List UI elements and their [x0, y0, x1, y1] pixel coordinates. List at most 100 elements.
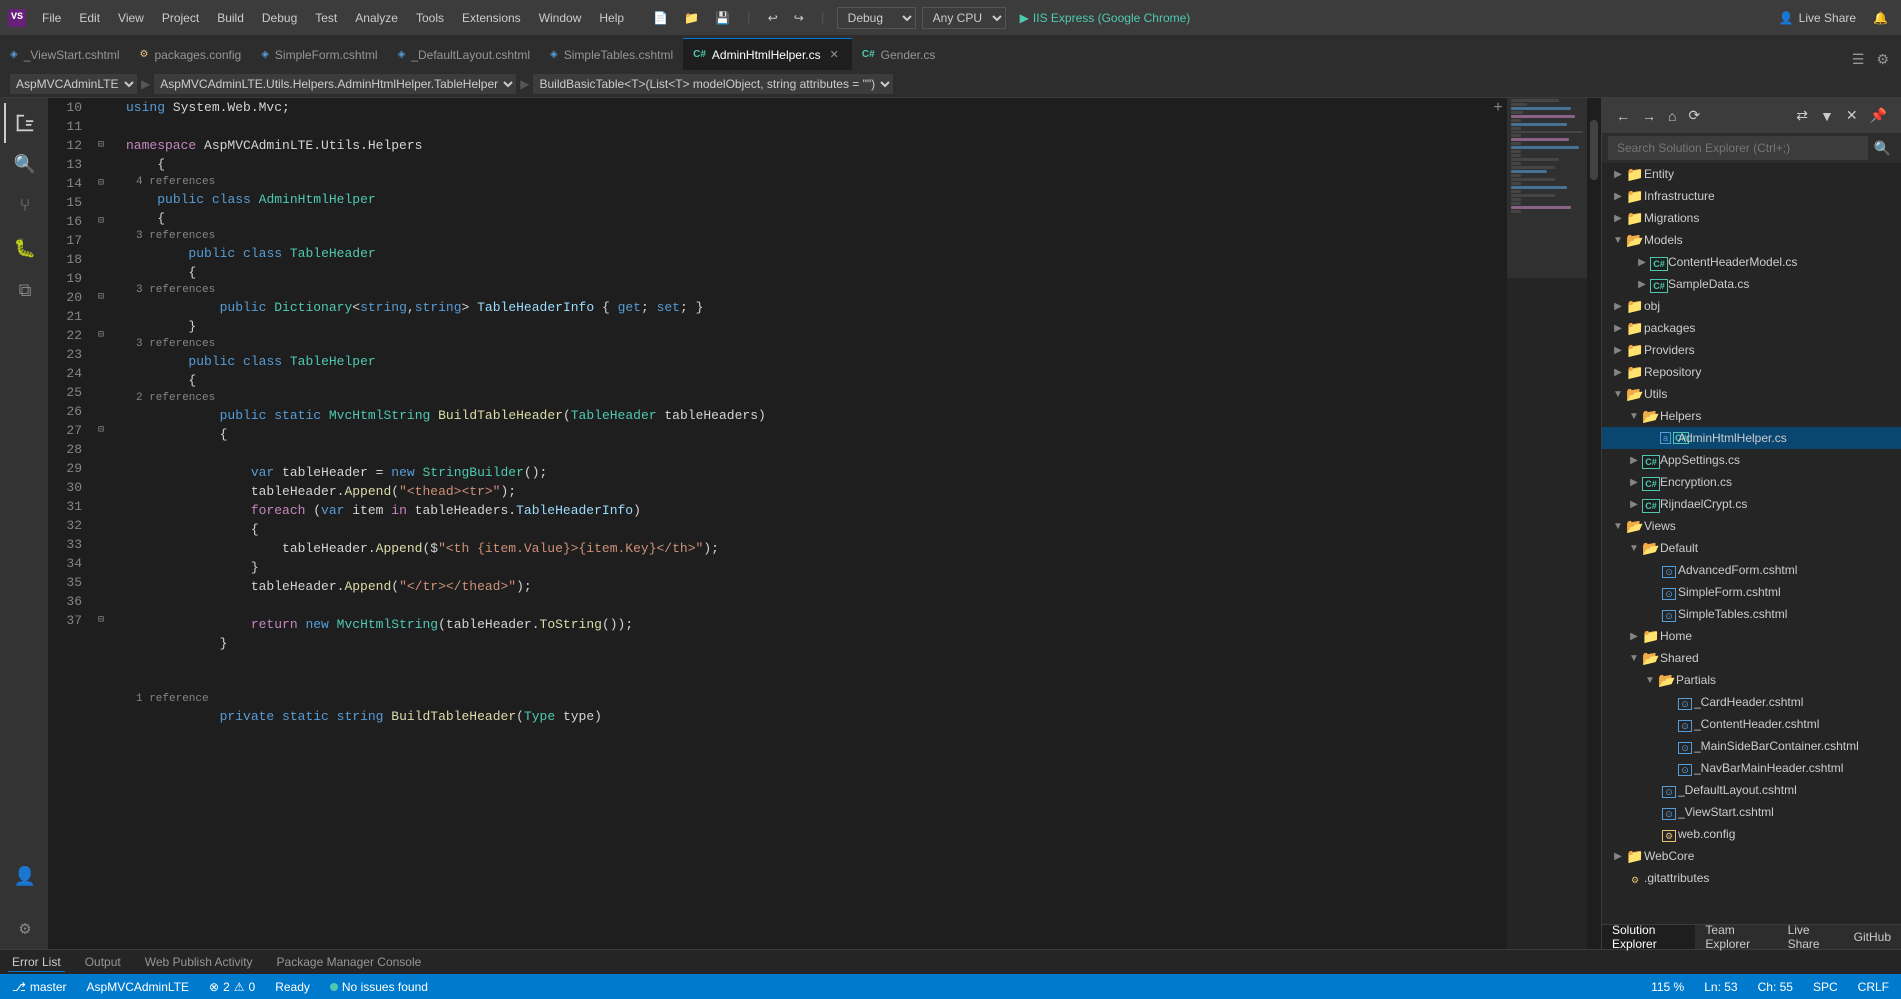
tree-item-obj[interactable]: ▶ 📁 obj: [1602, 295, 1901, 317]
minimize-btn[interactable]: 🔔: [1868, 8, 1893, 28]
namespace-dropdown[interactable]: AspMVCAdminLTE: [10, 74, 137, 94]
activity-search[interactable]: 🔍: [4, 145, 44, 185]
se-btn-sync[interactable]: ⇄: [1792, 105, 1812, 126]
code-area[interactable]: using System.Web.Mvc; namespace AspMVCAd…: [116, 98, 1507, 949]
menu-help[interactable]: Help: [591, 7, 632, 29]
live-share[interactable]: 👤 Live Share: [1779, 11, 1856, 25]
tab-simpletables[interactable]: ◈ SimpleTables.cshtml: [540, 38, 683, 70]
tree-expand-sampledata[interactable]: ▶: [1634, 279, 1650, 290]
se-btn-forward[interactable]: →: [1638, 105, 1660, 126]
method-dropdown[interactable]: BuildBasicTable<T>(List<T> modelObject, …: [533, 74, 893, 94]
tree-expand-models[interactable]: ▼: [1610, 235, 1626, 246]
tree-expand-infrastructure[interactable]: ▶: [1610, 191, 1626, 202]
menu-build[interactable]: Build: [209, 7, 252, 29]
tree-item-utils[interactable]: ▼ 📂 Utils: [1602, 383, 1901, 405]
tree-item-helpers[interactable]: ▼ 📂 Helpers: [1602, 405, 1901, 427]
run-button[interactable]: ▶ IIS Express (Google Chrome): [1012, 9, 1199, 27]
menu-file[interactable]: File: [34, 7, 69, 29]
se-tab-github[interactable]: GitHub: [1844, 925, 1901, 949]
tree-expand-rijndaelcrypt[interactable]: ▶: [1626, 499, 1642, 510]
se-btn-home[interactable]: ⌂: [1664, 105, 1680, 126]
tab-settings-btn[interactable]: ⚙: [1872, 49, 1893, 70]
tree-item-gitattributes[interactable]: ⚙ .gitattributes: [1602, 867, 1901, 889]
status-line-ending[interactable]: CRLF: [1854, 980, 1893, 994]
toolbar-save[interactable]: 💾: [710, 8, 735, 28]
tab-close-adminhtmlhelper[interactable]: ✕: [827, 47, 842, 62]
panel-tab-web-publish[interactable]: Web Publish Activity: [141, 953, 257, 971]
se-btn-filter[interactable]: ▼: [1816, 105, 1838, 126]
tab-packages[interactable]: ⚙ packages.config: [130, 38, 252, 70]
tree-expand-helpers[interactable]: ▼: [1626, 411, 1642, 422]
se-tab-team-explorer[interactable]: Team Explorer: [1695, 925, 1777, 949]
tree-item-navbarmain[interactable]: ⊙ _NavBarMainHeader.cshtml: [1602, 757, 1901, 779]
tree-item-packages[interactable]: ▶ 📁 packages: [1602, 317, 1901, 339]
status-no-issues[interactable]: No issues found: [326, 980, 432, 994]
tree-item-contentheadermodel[interactable]: ▶ C# ContentHeaderModel.cs: [1602, 251, 1901, 273]
tree-item-rijndaelcrypt[interactable]: ▶ C# RijndaelCrypt.cs: [1602, 493, 1901, 515]
tree-expand-migrations[interactable]: ▶: [1610, 213, 1626, 224]
tree-item-providers[interactable]: ▶ 📁 Providers: [1602, 339, 1901, 361]
activity-debug[interactable]: 🐛: [4, 229, 44, 269]
activity-extensions[interactable]: ⧉: [4, 271, 44, 311]
tree-item-sampledata[interactable]: ▶ C# SampleData.cs: [1602, 273, 1901, 295]
status-project[interactable]: AspMVCAdminLTE: [83, 980, 193, 994]
debug-mode-dropdown[interactable]: Debug Release: [837, 7, 916, 29]
tree-expand-shared[interactable]: ▼: [1626, 653, 1642, 664]
tree-expand-obj[interactable]: ▶: [1610, 301, 1626, 312]
tree-item-home[interactable]: ▶ 📁 Home: [1602, 625, 1901, 647]
tree-item-defaultlayoutview[interactable]: ⊙ _DefaultLayout.cshtml: [1602, 779, 1901, 801]
tree-item-encryption[interactable]: ▶ C# Encryption.cs: [1602, 471, 1901, 493]
tree-item-models[interactable]: ▼ 📂 Models: [1602, 229, 1901, 251]
tree-expand-views[interactable]: ▼: [1610, 521, 1626, 532]
tab-defaultlayout[interactable]: ◈ _DefaultLayout.cshtml: [388, 38, 540, 70]
tree-expand-contentheadermodel[interactable]: ▶: [1634, 257, 1650, 268]
add-line-button[interactable]: +: [1489, 98, 1507, 117]
tree-item-webcore[interactable]: ▶ 📁 WebCore: [1602, 845, 1901, 867]
se-btn-pin[interactable]: 📌: [1866, 105, 1891, 126]
tree-expand-home[interactable]: ▶: [1626, 631, 1642, 642]
se-btn-refresh[interactable]: ⟳: [1684, 105, 1704, 126]
se-tab-live-share[interactable]: Live Share: [1778, 925, 1844, 949]
tree-item-shared[interactable]: ▼ 📂 Shared: [1602, 647, 1901, 669]
panel-tab-package-manager[interactable]: Package Manager Console: [273, 953, 426, 971]
menu-debug[interactable]: Debug: [254, 7, 305, 29]
tree-expand-packages[interactable]: ▶: [1610, 323, 1626, 334]
status-git-branch[interactable]: ⎇ master: [8, 980, 71, 994]
se-btn-close[interactable]: ✕: [1842, 105, 1862, 126]
tree-expand-partials[interactable]: ▼: [1642, 675, 1658, 686]
scrollbar-thumb[interactable]: [1590, 120, 1598, 180]
menu-test[interactable]: Test: [307, 7, 345, 29]
se-search-input[interactable]: [1608, 136, 1868, 160]
tree-expand-appsettings[interactable]: ▶: [1626, 455, 1642, 466]
panel-tab-output[interactable]: Output: [81, 953, 125, 971]
activity-git[interactable]: ⑂: [4, 187, 44, 227]
toolbar-redo[interactable]: ↪: [789, 8, 809, 28]
tree-expand-providers[interactable]: ▶: [1610, 345, 1626, 356]
menu-window[interactable]: Window: [531, 7, 590, 29]
editor-scrollbar[interactable]: [1587, 98, 1601, 949]
menu-extensions[interactable]: Extensions: [454, 7, 529, 29]
tree-item-appsettings[interactable]: ▶ C# AppSettings.cs: [1602, 449, 1901, 471]
panel-tab-error-list[interactable]: Error List: [8, 953, 65, 972]
status-line[interactable]: Ln: 53: [1700, 980, 1741, 994]
tree-item-partials[interactable]: ▼ 📂 Partials: [1602, 669, 1901, 691]
tree-item-simpleformview[interactable]: ⊙ SimpleForm.cshtml: [1602, 581, 1901, 603]
status-encoding[interactable]: SPC: [1809, 980, 1842, 994]
status-char[interactable]: Ch: 55: [1754, 980, 1797, 994]
tab-viewstart[interactable]: ◈ _ViewStart.cshtml: [0, 38, 130, 70]
toolbar-open[interactable]: 📁: [679, 8, 704, 28]
tree-expand-utils[interactable]: ▼: [1610, 389, 1626, 400]
tree-item-repository[interactable]: ▶ 📁 Repository: [1602, 361, 1901, 383]
tree-item-default[interactable]: ▼ 📂 Default: [1602, 537, 1901, 559]
toolbar-undo[interactable]: ↩: [763, 8, 783, 28]
tree-expand-encryption[interactable]: ▶: [1626, 477, 1642, 488]
tab-gender[interactable]: C# Gender.cs: [852, 38, 946, 70]
tab-list-btn[interactable]: ☰: [1848, 49, 1869, 70]
activity-explorer[interactable]: [4, 103, 44, 143]
tree-expand-webcore[interactable]: ▶: [1610, 851, 1626, 862]
menu-view[interactable]: View: [110, 7, 152, 29]
se-btn-back[interactable]: ←: [1612, 105, 1634, 126]
platform-dropdown[interactable]: Any CPU: [922, 7, 1006, 29]
tree-item-contentheader[interactable]: ⊙ _ContentHeader.cshtml: [1602, 713, 1901, 735]
activity-settings[interactable]: ⚙: [4, 909, 44, 949]
